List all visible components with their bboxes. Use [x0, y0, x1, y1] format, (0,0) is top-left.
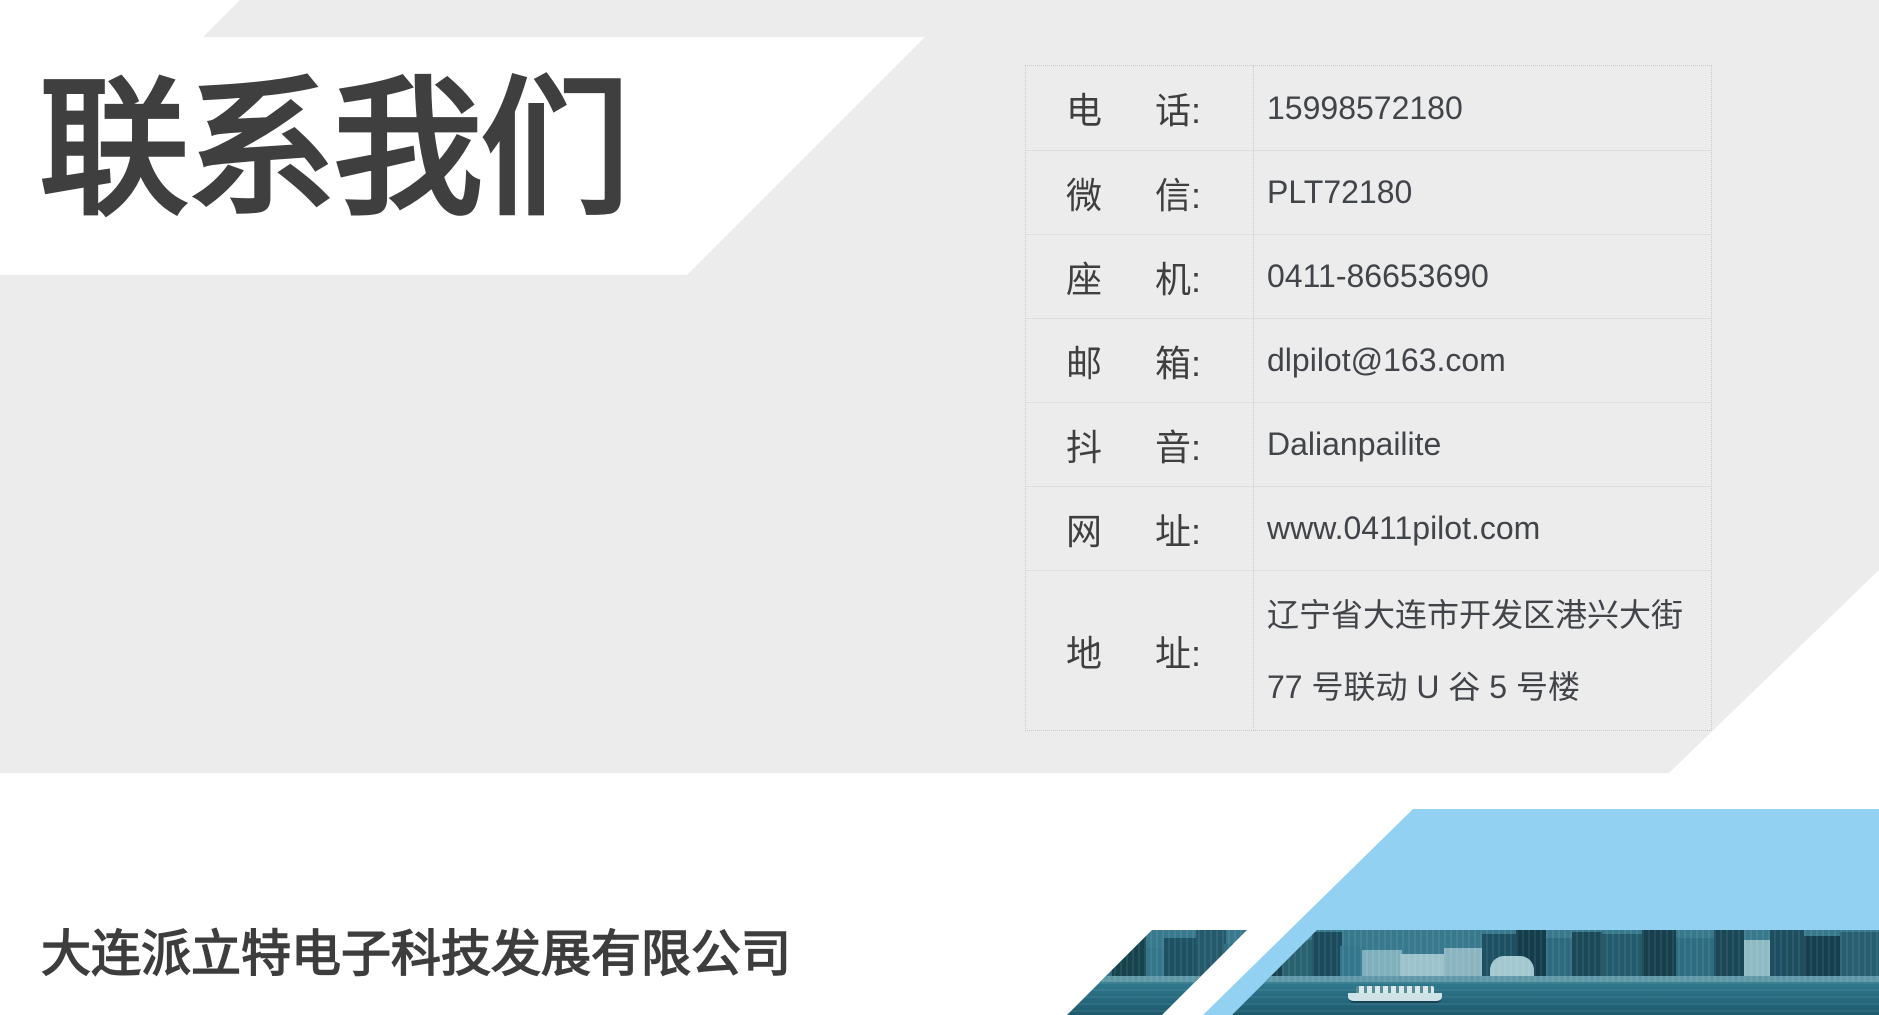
- slide-canvas: 联系我们 电话: 15998572180 微信: PLT72180 座机: 04…: [0, 0, 1879, 1015]
- company-name: 大连派立特电子科技发展有限公司: [41, 914, 791, 986]
- table-row-email: 邮箱: dlpilot@163.com: [1026, 318, 1711, 402]
- contact-value: 辽宁省大连市开发区港兴大街 77 号联动 U 谷 5 号楼: [1254, 571, 1711, 730]
- contact-label: 电话:: [1026, 66, 1254, 150]
- ferry-boat: [1348, 986, 1442, 1002]
- contact-value: PLT72180: [1254, 151, 1711, 234]
- page-title: 联系我们: [39, 70, 627, 229]
- contact-label: 座机:: [1026, 235, 1254, 318]
- table-row-wechat: 微信: PLT72180: [1026, 150, 1711, 234]
- table-row-address: 地址: 辽宁省大连市开发区港兴大街 77 号联动 U 谷 5 号楼: [1026, 570, 1711, 730]
- contact-label: 网址:: [1026, 487, 1254, 570]
- table-row-douyin: 抖音: Dalianpailite: [1026, 402, 1711, 486]
- contact-value: Dalianpailite: [1254, 403, 1711, 486]
- contact-value: dlpilot@163.com: [1254, 319, 1711, 402]
- contact-label: 邮箱:: [1026, 319, 1254, 402]
- dome-building: [1490, 956, 1534, 982]
- table-row-website: 网址: www.0411pilot.com: [1026, 486, 1711, 570]
- contact-value: www.0411pilot.com: [1254, 487, 1711, 570]
- contact-label: 微信:: [1026, 151, 1254, 234]
- contact-table: 电话: 15998572180 微信: PLT72180 座机: 0411-86…: [1025, 65, 1712, 731]
- contact-value: 15998572180: [1254, 66, 1711, 150]
- table-row-phone: 电话: 15998572180: [1026, 66, 1711, 150]
- contact-value: 0411-86653690: [1254, 235, 1711, 318]
- contact-label: 地址:: [1026, 571, 1254, 730]
- table-row-landline: 座机: 0411-86653690: [1026, 234, 1711, 318]
- contact-label: 抖音:: [1026, 403, 1254, 486]
